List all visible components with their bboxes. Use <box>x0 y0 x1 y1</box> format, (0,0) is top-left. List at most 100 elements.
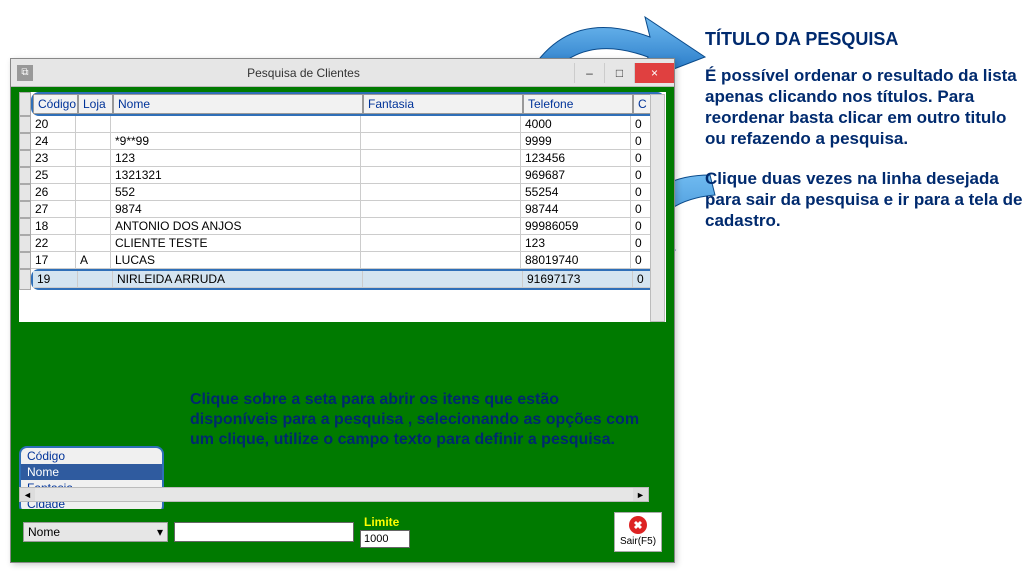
row-marker <box>19 201 31 218</box>
cell-fantasia <box>361 218 521 235</box>
cell-loja <box>76 201 111 218</box>
option-código[interactable]: Código <box>21 448 162 464</box>
app-window: ⧉ Pesquisa de Clientes – □ × Código Loja… <box>10 58 675 563</box>
cell-fantasia <box>361 150 521 167</box>
table-row[interactable]: 2513213219696870 <box>31 167 661 184</box>
row-marker-header <box>19 92 31 116</box>
cell-codigo: 23 <box>31 150 76 167</box>
row-marker <box>19 184 31 201</box>
cell-telefone: 123456 <box>521 150 631 167</box>
cell-codigo: 26 <box>31 184 76 201</box>
cell-codigo: 20 <box>31 116 76 133</box>
grid-header[interactable]: Código Loja Nome Fantasia Telefone C <box>31 92 665 116</box>
cell-nome <box>111 116 361 133</box>
cell-fantasia <box>363 271 523 288</box>
col-codigo[interactable]: Código <box>33 94 78 114</box>
row-marker <box>19 133 31 150</box>
table-row[interactable]: 24*9**9999990 <box>31 133 661 150</box>
annotation-para1: É possível ordenar o resultado da lista … <box>705 65 1023 150</box>
col-telefone[interactable]: Telefone <box>523 94 633 114</box>
table-row[interactable]: 22CLIENTE TESTE1230 <box>31 235 661 252</box>
cell-telefone: 98744 <box>521 201 631 218</box>
cell-loja <box>76 167 111 184</box>
cell-telefone: 91697173 <box>523 271 633 288</box>
col-loja[interactable]: Loja <box>78 94 113 114</box>
cell-codigo: 18 <box>31 218 76 235</box>
bottom-bar: Nome ▾ Limite ✖ Sair(F5) <box>19 509 666 554</box>
cell-telefone: 55254 <box>521 184 631 201</box>
cell-nome: 552 <box>111 184 361 201</box>
row-marker <box>19 235 31 252</box>
maximize-button[interactable]: □ <box>604 63 634 83</box>
annotation-title: TÍTULO DA PESQUISA <box>705 28 1023 51</box>
cell-fantasia <box>361 201 521 218</box>
cell-nome: ANTONIO DOS ANJOS <box>111 218 361 235</box>
scroll-right-icon[interactable]: ► <box>633 488 648 501</box>
cell-codigo: 17 <box>31 252 76 269</box>
table-row[interactable]: 17ALUCAS880197400 <box>31 252 661 269</box>
cell-nome: 9874 <box>111 201 361 218</box>
cell-nome: 123 <box>111 150 361 167</box>
cell-loja <box>76 150 111 167</box>
row-marker <box>19 116 31 133</box>
cell-telefone: 123 <box>521 235 631 252</box>
cell-loja <box>76 133 111 150</box>
row-marker <box>19 150 31 167</box>
scrollbar-horizontal[interactable]: ◄ ► <box>19 487 649 502</box>
table-row[interactable]: 18ANTONIO DOS ANJOS999860590 <box>31 218 661 235</box>
table-row[interactable]: 19NIRLEIDA ARRUDA916971730 <box>31 269 665 290</box>
cell-fantasia <box>361 252 521 269</box>
annotation-mid: Clique sobre a seta para abrir os itens … <box>190 390 650 450</box>
cell-loja: A <box>76 252 111 269</box>
cell-fantasia <box>361 133 521 150</box>
close-button[interactable]: × <box>634 63 674 83</box>
cell-telefone: 969687 <box>521 167 631 184</box>
cell-loja <box>76 235 111 252</box>
exit-button[interactable]: ✖ Sair(F5) <box>614 512 662 552</box>
search-field-options[interactable]: CódigoNomeFantasiaCidade <box>19 446 164 514</box>
table-row[interactable]: 2040000 <box>31 116 661 133</box>
table-row[interactable]: 279874987440 <box>31 201 661 218</box>
cell-telefone: 88019740 <box>521 252 631 269</box>
cell-fantasia <box>361 116 521 133</box>
app-icon: ⧉ <box>17 65 33 81</box>
search-field-dropdown[interactable]: Nome ▾ <box>23 522 168 542</box>
cell-codigo: 22 <box>31 235 76 252</box>
cell-fantasia <box>361 235 521 252</box>
row-marker <box>19 167 31 184</box>
row-marker <box>19 269 31 290</box>
annotation-mid-text: Clique sobre a seta para abrir os itens … <box>190 390 650 450</box>
row-marker <box>19 252 31 269</box>
cell-telefone: 9999 <box>521 133 631 150</box>
cell-codigo: 27 <box>31 201 76 218</box>
chevron-down-icon: ▾ <box>157 525 163 539</box>
titlebar: ⧉ Pesquisa de Clientes – □ × <box>11 59 674 87</box>
annotation-para2: Clique duas vezes na linha desejada para… <box>705 168 1023 232</box>
cell-loja <box>76 184 111 201</box>
cell-loja <box>76 218 111 235</box>
cell-nome: 1321321 <box>111 167 361 184</box>
cell-loja <box>76 116 111 133</box>
col-fantasia[interactable]: Fantasia <box>363 94 523 114</box>
cell-codigo: 24 <box>31 133 76 150</box>
scroll-left-icon[interactable]: ◄ <box>20 488 35 501</box>
cell-nome: CLIENTE TESTE <box>111 235 361 252</box>
exit-label: Sair(F5) <box>620 536 656 547</box>
col-nome[interactable]: Nome <box>113 94 363 114</box>
dropdown-value: Nome <box>28 525 60 539</box>
table-row[interactable]: 26552552540 <box>31 184 661 201</box>
scrollbar-vertical[interactable] <box>650 94 665 322</box>
table-row[interactable]: 231231234560 <box>31 150 661 167</box>
row-marker <box>19 218 31 235</box>
limite-input[interactable] <box>360 530 410 548</box>
cell-loja <box>78 271 113 288</box>
cell-nome: LUCAS <box>111 252 361 269</box>
cell-nome: *9**99 <box>111 133 361 150</box>
search-input[interactable] <box>174 522 354 542</box>
option-nome[interactable]: Nome <box>21 464 162 480</box>
cell-telefone: 99986059 <box>521 218 631 235</box>
cell-fantasia <box>361 184 521 201</box>
cell-fantasia <box>361 167 521 184</box>
exit-icon: ✖ <box>629 516 647 534</box>
minimize-button[interactable]: – <box>574 63 604 83</box>
